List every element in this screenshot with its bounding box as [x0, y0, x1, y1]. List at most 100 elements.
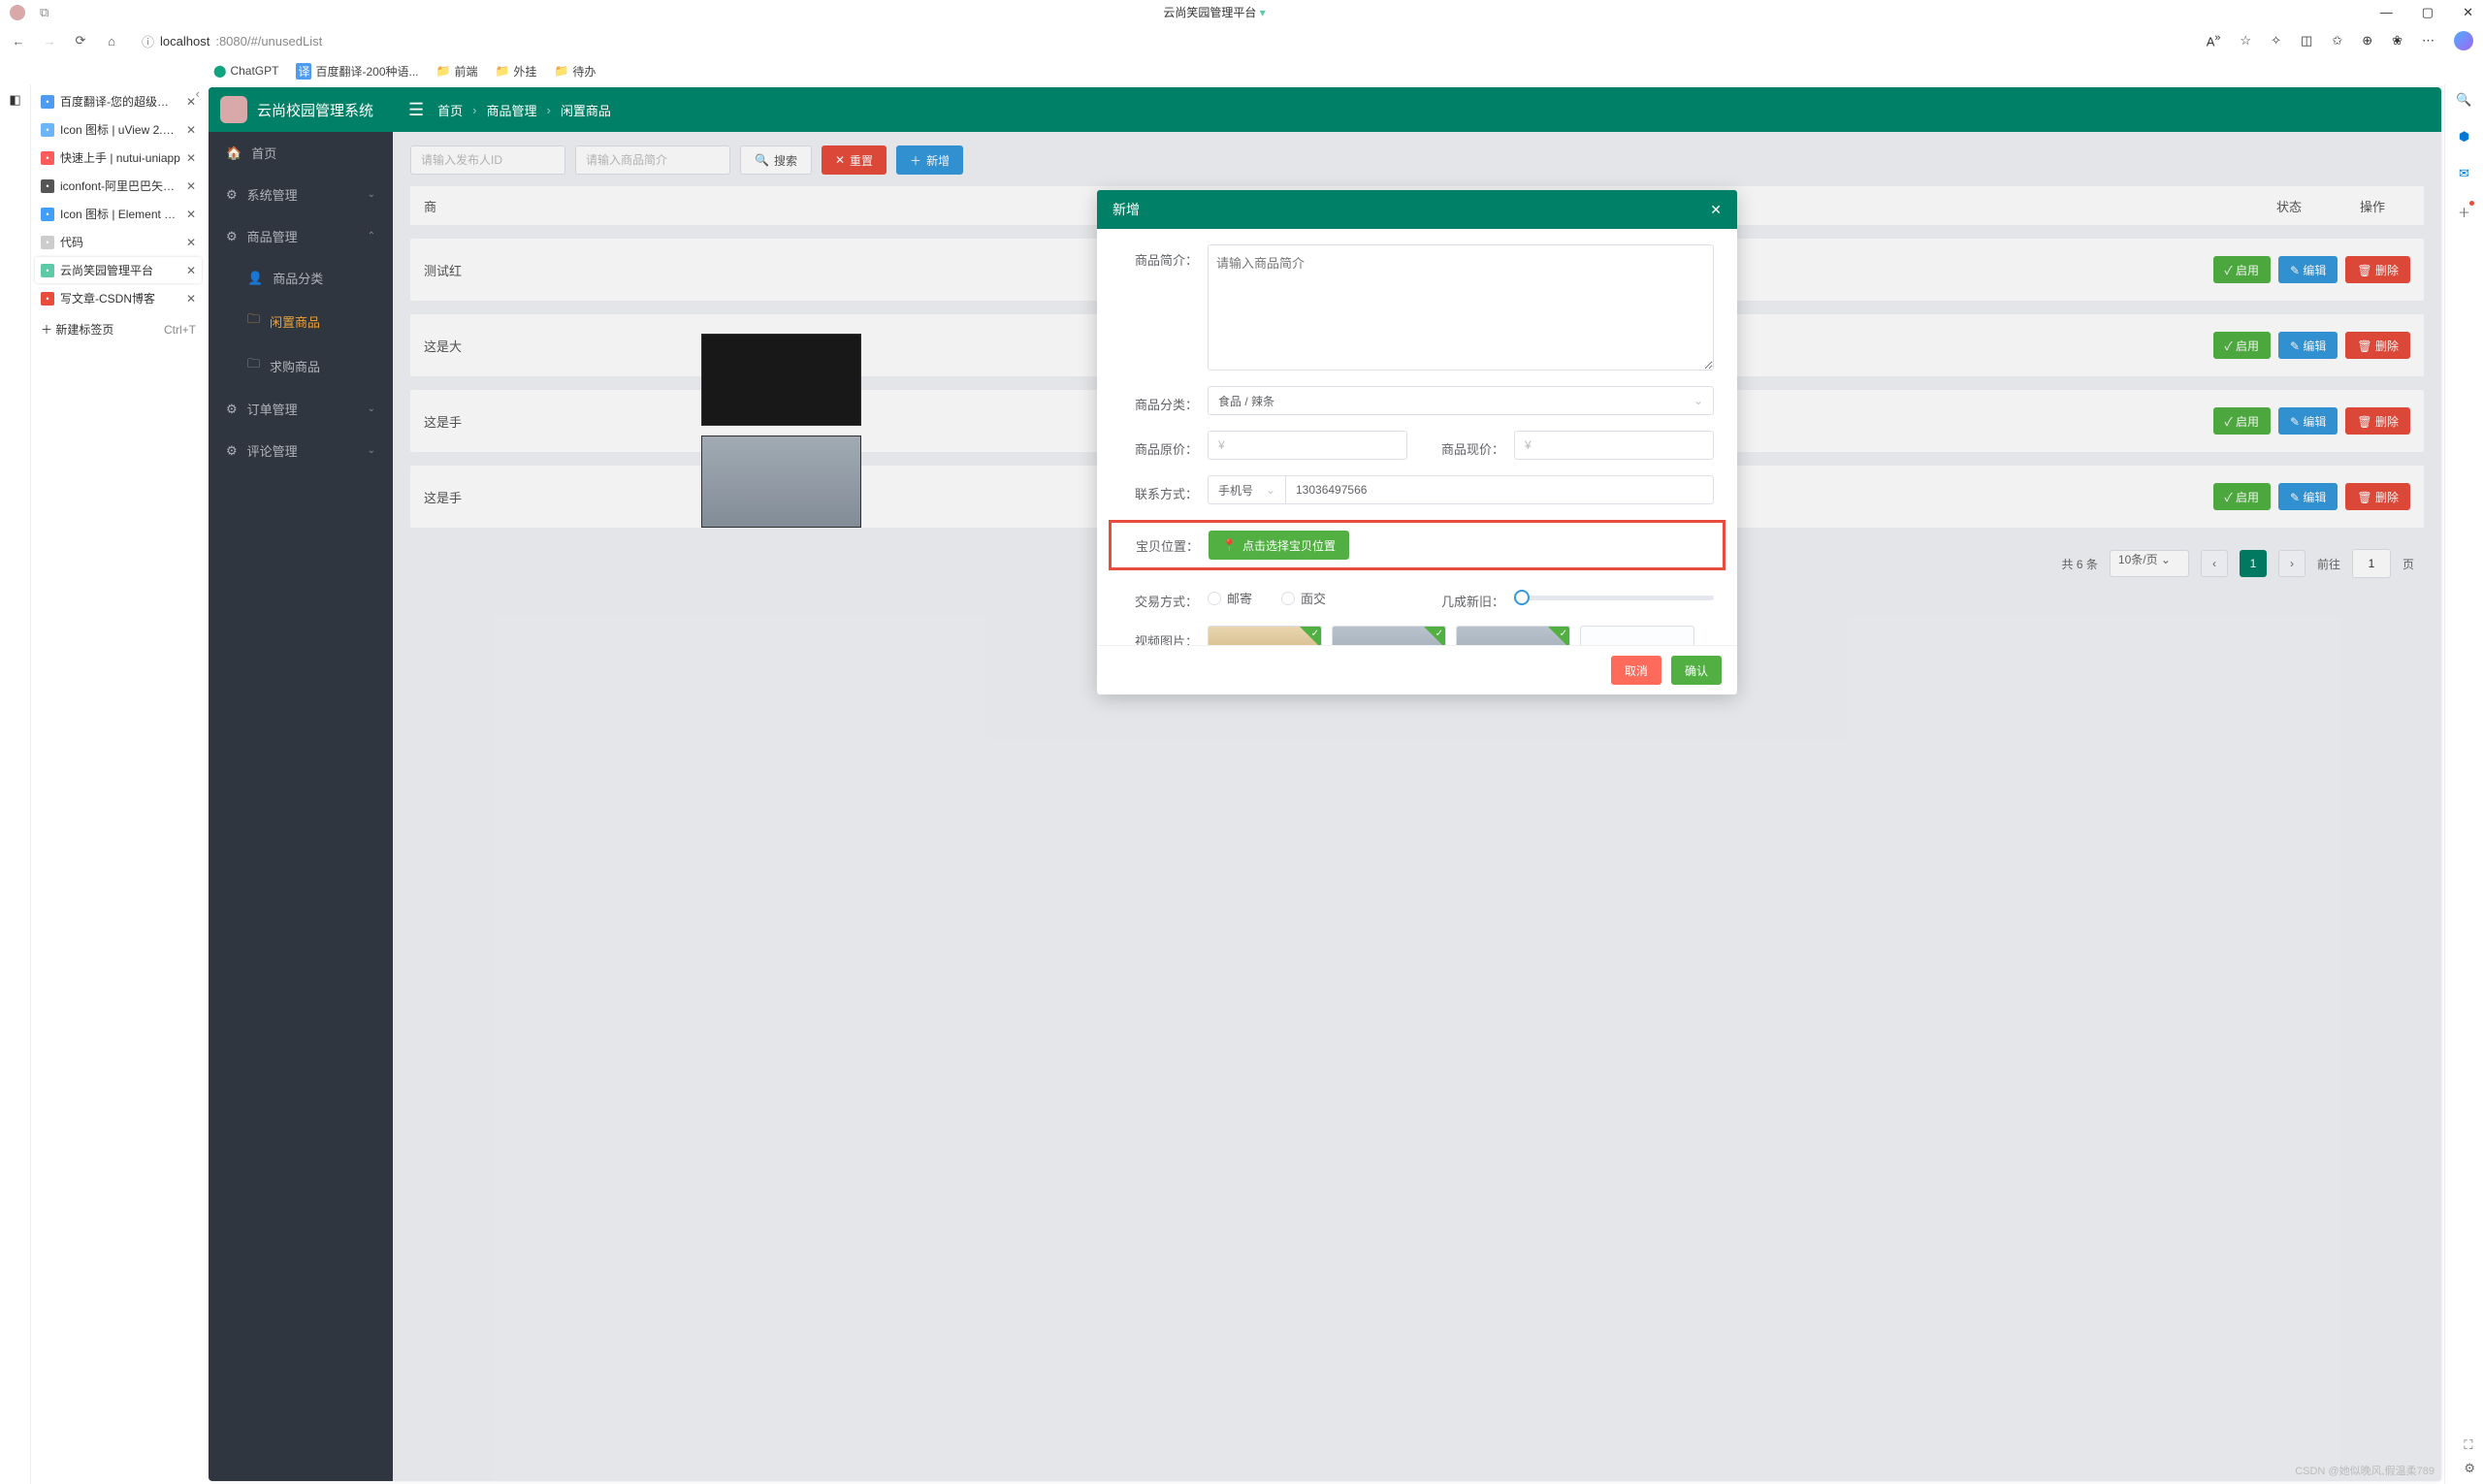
- browser-tab[interactable]: •快速上手 | nutui-uniapp✕: [35, 145, 202, 171]
- more-icon[interactable]: ⋯: [2422, 33, 2435, 48]
- profile-icon[interactable]: [10, 5, 25, 20]
- menu-toggle-icon[interactable]: ☰: [408, 100, 424, 120]
- menu-product-want[interactable]: 🗀求购商品: [209, 343, 393, 388]
- close-tab-icon[interactable]: ✕: [186, 95, 196, 109]
- screenshot-icon[interactable]: ⛶: [2464, 1437, 2475, 1453]
- favorite-icon[interactable]: ☆: [2240, 33, 2251, 48]
- bookmarks-bar: ⬤ChatGPT 译百度翻译-200种语... 📁前端 📁外挂 📁待办: [0, 57, 2483, 84]
- cancel-button[interactable]: 取消: [1611, 656, 1661, 685]
- window-titlebar: ⧉ 云尚笑园管理平台 ▾ ― ▢ ✕: [0, 0, 2483, 24]
- contact-value-input[interactable]: 13036497566: [1285, 475, 1714, 504]
- chevron-down-icon: ⌄: [368, 445, 375, 456]
- bookmark-folder-frontend[interactable]: 📁前端: [436, 63, 478, 80]
- close-tab-icon[interactable]: ✕: [186, 264, 196, 277]
- panel-toggle-icon[interactable]: ◧: [9, 92, 20, 108]
- browser-tab[interactable]: •Icon 图标 | uView 2.0 - 全面兼容✕: [35, 116, 202, 143]
- browser-tab[interactable]: •iconfont-阿里巴巴矢量图标库✕: [35, 173, 202, 199]
- menu-order[interactable]: ⚙订单管理⌄: [209, 388, 393, 430]
- browser-tab[interactable]: •百度翻译-您的超级翻译伙伴✕: [35, 88, 202, 114]
- media-thumbnail[interactable]: [1208, 626, 1322, 645]
- minimize-button[interactable]: ―: [2380, 5, 2393, 20]
- new-tab-button[interactable]: ＋ 新建标签页 Ctrl+T: [35, 313, 202, 345]
- site-info-icon[interactable]: ⓘ: [142, 32, 154, 50]
- bookmark-folder-plugin[interactable]: 📁外挂: [495, 63, 536, 80]
- outlook-icon[interactable]: ✉: [2459, 166, 2469, 181]
- menu-home[interactable]: 🏠首页: [209, 132, 393, 174]
- settings-icon[interactable]: ⚙: [2464, 1461, 2475, 1476]
- add-rail-icon[interactable]: ＋: [2458, 203, 2470, 221]
- app-sidebar: 云尚校园管理系统 🏠首页 ⚙系统管理⌄ ⚙商品管理⌃ 👤商品分类 🗀闲置商品 🗀…: [209, 87, 393, 1481]
- address-bar[interactable]: ⓘ localhost:8080/#/unusedList: [134, 29, 2193, 53]
- search-icon[interactable]: 🔍: [2456, 92, 2471, 108]
- copilot-button[interactable]: [2454, 31, 2473, 50]
- extensions-icon[interactable]: ✧: [2271, 33, 2281, 48]
- collapse-tabs-icon[interactable]: ‹: [196, 86, 200, 101]
- side-panel: ◧: [0, 84, 31, 1484]
- browser-tab[interactable]: •写文章-CSDN博客✕: [35, 285, 202, 311]
- confirm-button[interactable]: 确认: [1671, 656, 1722, 685]
- user-icon: 👤: [247, 271, 263, 286]
- close-tab-icon[interactable]: ✕: [186, 236, 196, 249]
- browser-navbar: ← → ⟳ ⌂ ⓘ localhost:8080/#/unusedList A»…: [0, 24, 2483, 57]
- browser-tab[interactable]: •云尚笑园管理平台✕: [35, 257, 202, 283]
- close-tab-icon[interactable]: ✕: [186, 179, 196, 193]
- split-icon[interactable]: ◫: [2301, 33, 2312, 48]
- app-frame: 云尚校园管理系统 🏠首页 ⚙系统管理⌄ ⚙商品管理⌃ 👤商品分类 🗀闲置商品 🗀…: [209, 87, 2441, 1481]
- menu-product-category[interactable]: 👤商品分类: [209, 257, 393, 299]
- trade-face-radio[interactable]: 面交: [1281, 589, 1326, 607]
- condition-slider[interactable]: [1514, 596, 1714, 600]
- location-highlight: 宝贝位置： 📍点击选择宝贝位置: [1109, 520, 1725, 570]
- back-button[interactable]: ←: [10, 32, 27, 49]
- app-header: ☰ 首页› 商品管理› 闲置商品: [393, 87, 2441, 132]
- maximize-button[interactable]: ▢: [2422, 5, 2434, 20]
- browser-tab[interactable]: •代码✕: [35, 229, 202, 255]
- contact-type-select[interactable]: 手机号⌄: [1208, 475, 1285, 504]
- category-select[interactable]: 食品 / 辣条⌄: [1208, 386, 1714, 415]
- close-tab-icon[interactable]: ✕: [186, 151, 196, 165]
- menu-system[interactable]: ⚙系统管理⌄: [209, 174, 393, 215]
- bookmark-baidu-translate[interactable]: 译百度翻译-200种语...: [296, 63, 418, 80]
- upload-media-button[interactable]: [1580, 626, 1694, 645]
- bottom-tools: ⛶ ⚙: [2464, 1437, 2475, 1476]
- close-tab-icon[interactable]: ✕: [186, 292, 196, 306]
- forward-button[interactable]: →: [41, 32, 58, 49]
- bookmark-chatgpt[interactable]: ⬤ChatGPT: [213, 64, 278, 78]
- breadcrumb-item[interactable]: 商品管理: [487, 101, 537, 119]
- media-thumbnail[interactable]: [1456, 626, 1570, 645]
- right-rail: 🔍 ⬢ ✉ ＋: [2444, 84, 2483, 1484]
- breadcrumb-item[interactable]: 首页: [437, 101, 463, 119]
- field-label: 商品简介：: [1120, 244, 1198, 269]
- field-label: 几成新旧：: [1427, 586, 1504, 610]
- curr-price-input[interactable]: ¥: [1514, 431, 1714, 460]
- close-window-button[interactable]: ✕: [2463, 5, 2473, 20]
- trade-mail-radio[interactable]: 邮寄: [1208, 589, 1252, 607]
- chevron-up-icon: ⌃: [368, 231, 375, 242]
- add-modal: 新增 ✕ 商品简介： 商品分类： 食品 / 辣条⌄: [1097, 190, 1737, 694]
- rewards-icon[interactable]: ❀: [2392, 33, 2402, 48]
- app-logo: 云尚校园管理系统: [209, 87, 393, 132]
- media-thumbnail[interactable]: [1332, 626, 1446, 645]
- menu-comment[interactable]: ⚙评论管理⌄: [209, 430, 393, 471]
- menu-product[interactable]: ⚙商品管理⌃: [209, 215, 393, 257]
- close-tab-icon[interactable]: ✕: [186, 123, 196, 137]
- close-tab-icon[interactable]: ✕: [186, 208, 196, 221]
- modal-close-button[interactable]: ✕: [1710, 202, 1722, 218]
- chevron-down-icon: ⌄: [1266, 483, 1275, 497]
- browser-tab[interactable]: •Icon 图标 | Element Plus✕: [35, 201, 202, 227]
- app-main: ☰ 首页› 商品管理› 闲置商品 🔍搜索 ✕重置 ＋新增 商 状态: [393, 87, 2441, 1481]
- menu-product-idle[interactable]: 🗀闲置商品: [209, 299, 393, 343]
- modal-header: 新增 ✕: [1097, 190, 1737, 229]
- home-button[interactable]: ⌂: [103, 32, 120, 49]
- folder-icon: 🗀: [247, 355, 260, 376]
- refresh-button[interactable]: ⟳: [72, 32, 89, 49]
- read-aloud-icon[interactable]: A»: [2207, 32, 2221, 48]
- collections-icon[interactable]: ✩: [2332, 33, 2342, 48]
- bookmark-folder-todo[interactable]: 📁待办: [554, 63, 596, 80]
- folder-icon: 🗀: [247, 310, 260, 332]
- select-location-button[interactable]: 📍点击选择宝贝位置: [1209, 531, 1349, 560]
- apps-icon[interactable]: ⊕: [2362, 33, 2372, 48]
- orig-price-input[interactable]: ¥: [1208, 431, 1407, 460]
- office-icon[interactable]: ⬢: [2459, 129, 2469, 145]
- copilot-icon[interactable]: ⧉: [40, 5, 48, 20]
- intro-textarea[interactable]: [1208, 244, 1714, 371]
